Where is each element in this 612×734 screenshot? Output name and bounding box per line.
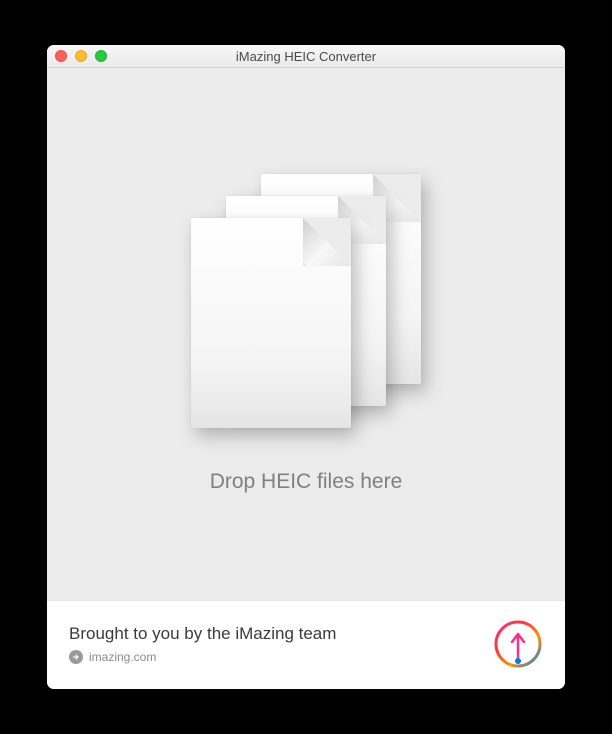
- documents-stack-icon: [191, 174, 421, 434]
- vendor-link-label: imazing.com: [89, 650, 156, 664]
- titlebar: iMazing HEIC Converter: [47, 45, 565, 68]
- close-icon[interactable]: [55, 50, 67, 62]
- footer-text-group: Brought to you by the iMazing team imazi…: [69, 624, 336, 664]
- page-icon: [191, 218, 351, 428]
- vendor-link[interactable]: imazing.com: [69, 650, 336, 664]
- content-area: Drop HEIC files here: [47, 68, 565, 600]
- zoom-icon[interactable]: [95, 50, 107, 62]
- footer: Brought to you by the iMazing team imazi…: [47, 600, 565, 689]
- minimize-icon[interactable]: [75, 50, 87, 62]
- imazing-logo-icon: [493, 619, 543, 669]
- arrow-right-circle-icon: [69, 650, 83, 664]
- window-title: iMazing HEIC Converter: [236, 49, 376, 64]
- footer-tagline: Brought to you by the iMazing team: [69, 624, 336, 644]
- drop-label: Drop HEIC files here: [210, 470, 403, 494]
- window-controls: [55, 50, 107, 62]
- app-window: iMazing HEIC Converter Drop HEIC files h…: [47, 45, 565, 689]
- drop-zone[interactable]: Drop HEIC files here: [191, 174, 421, 494]
